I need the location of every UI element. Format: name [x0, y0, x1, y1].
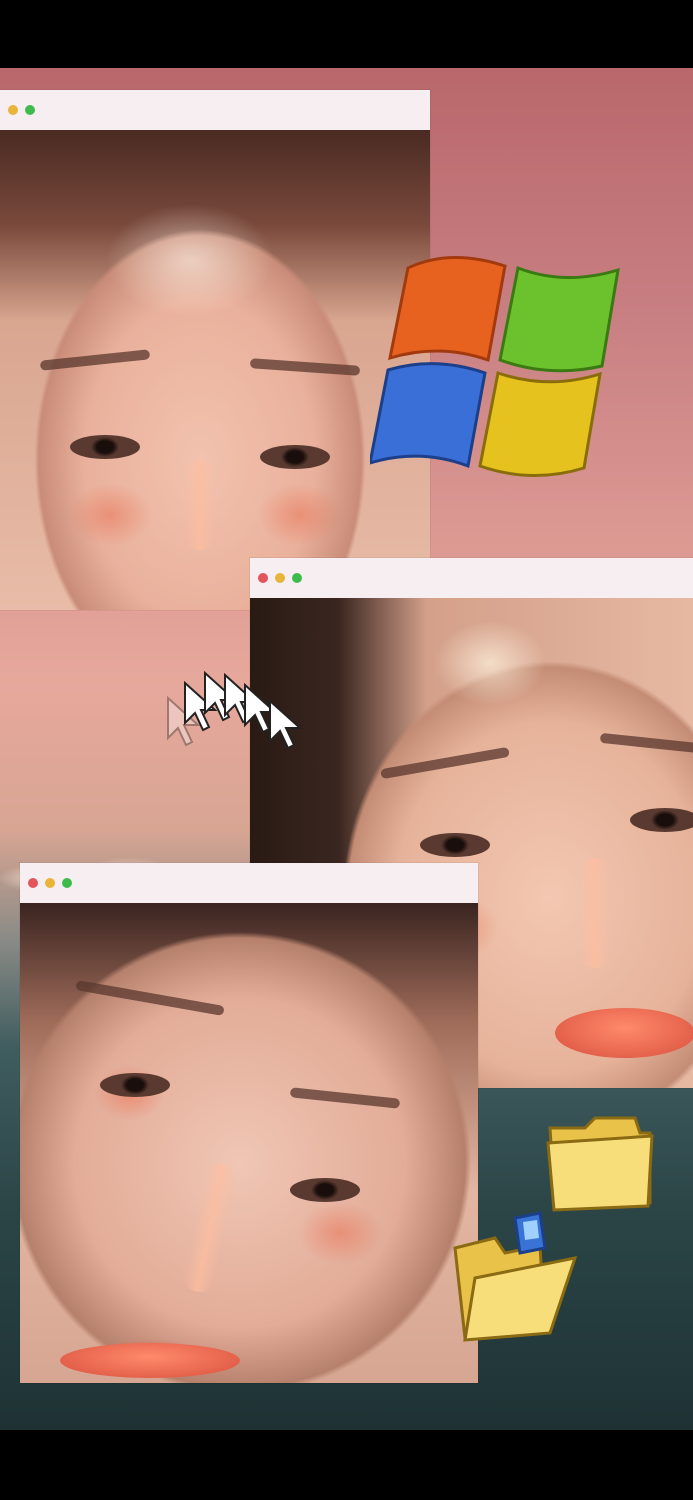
maximize-button[interactable] [292, 573, 302, 583]
window-3-titlebar[interactable] [20, 863, 478, 903]
left-eye [70, 435, 140, 459]
minimize-button[interactable] [275, 573, 285, 583]
close-button[interactable] [28, 878, 38, 888]
nose [580, 858, 610, 968]
folder-icon[interactable] [540, 1108, 658, 1218]
window-3[interactable] [20, 863, 478, 1383]
left-eye [100, 1073, 170, 1097]
right-eye [260, 445, 330, 469]
maximize-button[interactable] [62, 878, 72, 888]
right-eye [290, 1178, 360, 1202]
lips [60, 1343, 240, 1378]
bottom-letterbox [0, 1430, 693, 1500]
window-3-photo [20, 903, 478, 1383]
nose [185, 460, 215, 550]
minimize-button[interactable] [8, 105, 18, 115]
close-button[interactable] [258, 573, 268, 583]
portrait-photo [0, 130, 430, 610]
maximize-button[interactable] [25, 105, 35, 115]
left-eye [420, 833, 490, 857]
open-folder-icon[interactable] [445, 1208, 585, 1348]
minimize-button[interactable] [45, 878, 55, 888]
mouse-cursor-trail-icon [167, 670, 303, 750]
windows-logo-icon [370, 255, 620, 478]
window-1[interactable] [0, 90, 430, 610]
window-1-titlebar[interactable] [0, 90, 430, 130]
collage-background [0, 68, 693, 1430]
window-2-titlebar[interactable] [250, 558, 693, 598]
top-letterbox [0, 0, 693, 68]
portrait-photo [20, 903, 478, 1383]
right-eye [630, 808, 693, 832]
window-1-photo [0, 130, 430, 610]
lips [555, 1008, 693, 1058]
